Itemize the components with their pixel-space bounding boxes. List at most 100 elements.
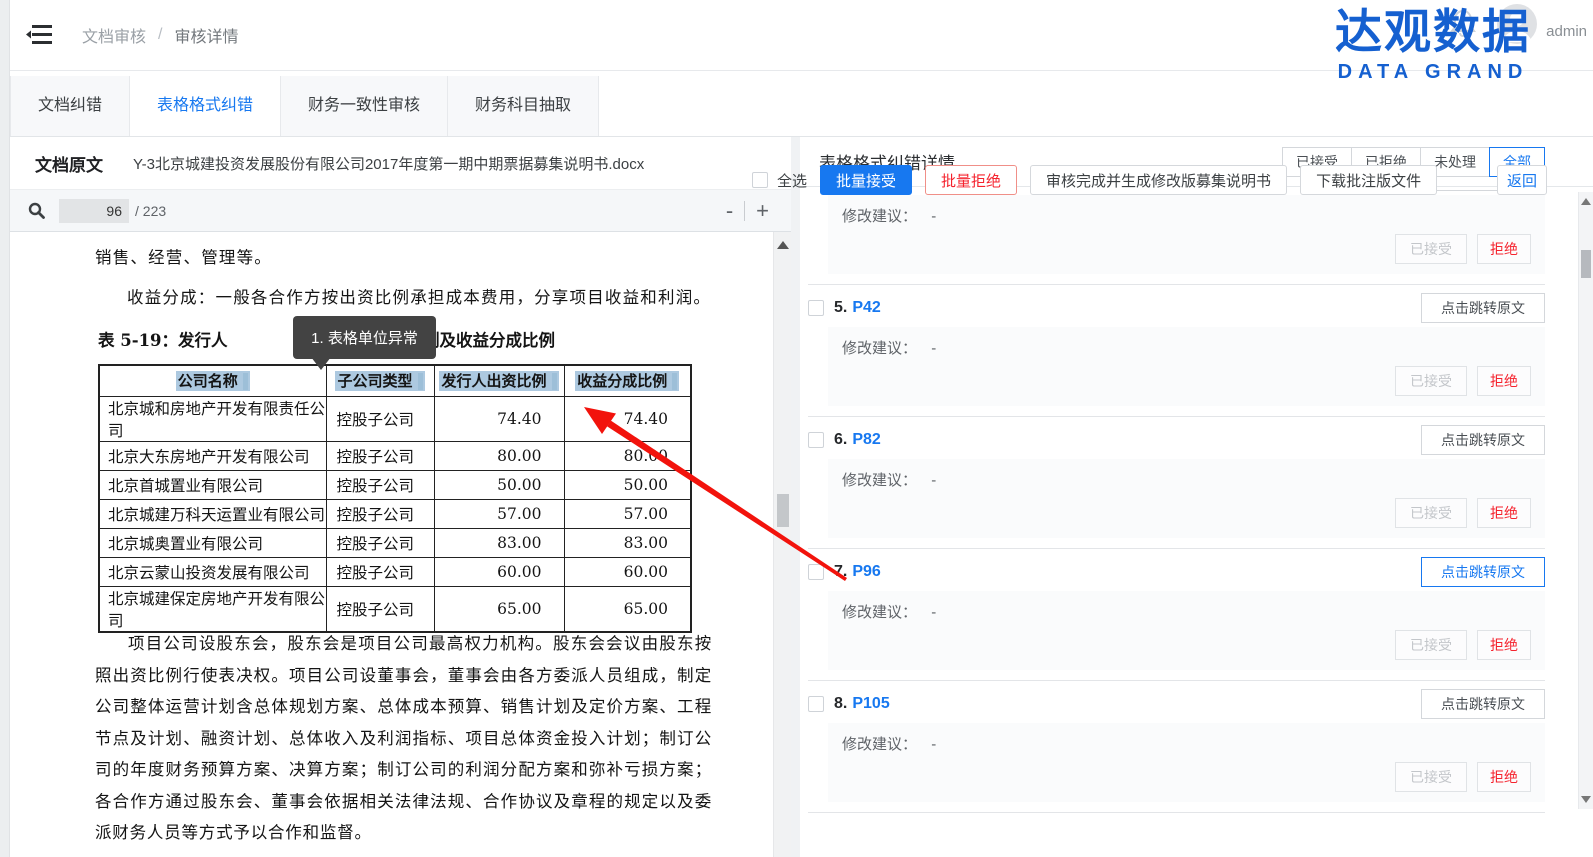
table-cell: 北京城建万科天运置业有限公司 bbox=[99, 499, 326, 528]
select-all-checkbox[interactable] bbox=[752, 172, 768, 188]
suggestion-label: 修改建议： bbox=[842, 340, 917, 357]
zoom-in-button[interactable]: + bbox=[756, 201, 769, 221]
issue-item-head: 5. P42 点击跳转原文 bbox=[808, 293, 1545, 323]
table-cell: 65.00 bbox=[434, 586, 564, 632]
table-cell: 74.40 bbox=[434, 396, 564, 441]
tab[interactable]: 财务科目抽取 bbox=[447, 76, 599, 136]
tab[interactable]: 财务一致性审核 bbox=[280, 76, 447, 136]
table-header-cell: 收益分成比例 bbox=[564, 365, 691, 396]
reject-button[interactable]: 拒绝 bbox=[1477, 762, 1531, 792]
main-panes: 文档原文 Y-3北京城建投资发展股份有限公司2017年度第一期中期票据募集说明书… bbox=[10, 137, 1593, 857]
issues-scrollbar[interactable] bbox=[1578, 192, 1593, 809]
highlighted-header-text: 公司名称 bbox=[176, 371, 250, 391]
issue-card: 修改建议： - 已接受 拒绝 bbox=[828, 327, 1545, 406]
suggestion-row: 修改建议： - bbox=[842, 337, 1531, 358]
issues-scrollbar-thumb[interactable] bbox=[1581, 250, 1591, 278]
accepted-button[interactable]: 已接受 bbox=[1395, 498, 1467, 528]
accepted-button[interactable]: 已接受 bbox=[1395, 762, 1467, 792]
username-label[interactable]: admin bbox=[1546, 23, 1587, 40]
finish-generate-button[interactable]: 审核完成并生成修改版募集说明书 bbox=[1030, 165, 1287, 195]
issue-item-head: 8. P105 点击跳转原文 bbox=[808, 689, 1545, 719]
suggestion-row: 修改建议： - bbox=[842, 733, 1531, 754]
suggestion-value: - bbox=[931, 208, 936, 225]
issue-item: 8. P105 点击跳转原文 修改建议： - 已接受 拒绝 bbox=[808, 689, 1545, 813]
zoom-out-button[interactable]: - bbox=[726, 201, 733, 221]
table-cell: 北京云蒙山投资发展有限公司 bbox=[99, 557, 326, 586]
reject-button[interactable]: 拒绝 bbox=[1477, 366, 1531, 396]
issue-item: 5. P42 点击跳转原文 修改建议： - 已接受 拒绝 bbox=[808, 293, 1545, 417]
select-all-wrap: 全选 bbox=[752, 170, 807, 191]
batch-accept-button[interactable]: 批量接受 bbox=[820, 165, 912, 195]
scroll-up-arrow-icon[interactable] bbox=[777, 241, 789, 249]
scroll-down-arrow-icon[interactable] bbox=[1581, 796, 1591, 803]
avatar-person-icon bbox=[1497, 4, 1537, 44]
scroll-up-arrow-icon[interactable] bbox=[1581, 198, 1591, 205]
breadcrumb-doc-review[interactable]: 文档审核 bbox=[82, 23, 146, 47]
jump-to-source-button[interactable]: 点击跳转原文 bbox=[1421, 689, 1545, 719]
issue-page-link[interactable]: P96 bbox=[852, 563, 880, 581]
suggestion-row: 修改建议： - bbox=[842, 469, 1531, 490]
issue-number: 6. bbox=[834, 431, 847, 449]
issue-actions: 已接受 拒绝 bbox=[842, 762, 1531, 792]
doc-paragraph: 项目公司设股东会，股东会是项目公司最高权力机构。股东会会议由股东按照出资比例行使… bbox=[95, 628, 712, 849]
tab-label: 表格格式纠错 bbox=[157, 97, 253, 114]
issues-pane: 表格格式纠错详情 已接受 已拒绝 未处理 全部 点击跳转原文 修改建议： - 已… bbox=[800, 137, 1593, 857]
table-cell: 北京首城置业有限公司 bbox=[99, 470, 326, 499]
batch-action-bar: 全选 批量接受 批量拒绝 审核完成并生成修改版募集说明书 下载批注版文件 返回 bbox=[752, 165, 1547, 195]
issue-checkbox[interactable] bbox=[808, 696, 824, 712]
pane-divider bbox=[791, 137, 800, 857]
jump-to-source-button[interactable]: 点击跳转原文 bbox=[1421, 425, 1545, 455]
download-annotated-button[interactable]: 下载批注版文件 bbox=[1300, 165, 1437, 195]
table-cell: 80.00 bbox=[564, 441, 691, 470]
suggestion-label: 修改建议： bbox=[842, 604, 917, 621]
table-cell: 57.00 bbox=[434, 499, 564, 528]
issue-actions: 已接受 拒绝 bbox=[842, 234, 1531, 264]
accepted-button[interactable]: 已接受 bbox=[1395, 630, 1467, 660]
issue-page-link[interactable]: P82 bbox=[852, 431, 880, 449]
suggestion-label: 修改建议： bbox=[842, 208, 917, 225]
issue-number: 7. bbox=[834, 563, 847, 581]
collapse-menu-icon[interactable] bbox=[26, 24, 52, 46]
document-scrollbar[interactable] bbox=[773, 232, 791, 857]
accepted-button[interactable]: 已接受 bbox=[1395, 366, 1467, 396]
issues-list: 点击跳转原文 修改建议： - 已接受 拒绝 5. P42 点击跳转原文 修改建议… bbox=[800, 187, 1593, 819]
document-table: 公司名称子公司类型发行人出资比例收益分成比例 北京城和房地产开发有限责任公司控股… bbox=[98, 364, 692, 633]
jump-to-source-button[interactable]: 点击跳转原文 bbox=[1421, 557, 1545, 587]
table-cell: 控股子公司 bbox=[326, 499, 434, 528]
document-source-label: 文档原文 bbox=[35, 151, 103, 176]
issue-checkbox[interactable] bbox=[808, 300, 824, 316]
tab[interactable]: 表格格式纠错 bbox=[129, 76, 280, 136]
doc-paragraph-line: 收益分成：一般各合作方按出资比例承担成本费用，分享项目收益和利润。 bbox=[127, 284, 711, 308]
back-button[interactable]: 返回 bbox=[1497, 165, 1547, 195]
breadcrumb-separator: / bbox=[158, 26, 162, 44]
tab-strip: 文档纠错 表格格式纠错 财务一致性审核 财务科目抽取 全选 批量接受 批量拒绝 … bbox=[10, 70, 1593, 137]
reject-button[interactable]: 拒绝 bbox=[1477, 234, 1531, 264]
jump-to-source-button[interactable]: 点击跳转原文 bbox=[1421, 293, 1545, 323]
highlighted-header-text: 子公司类型 bbox=[335, 371, 424, 391]
table-cell: 北京城奥置业有限公司 bbox=[99, 528, 326, 557]
table-cell: 50.00 bbox=[434, 470, 564, 499]
issue-card: 修改建议： - 已接受 拒绝 bbox=[828, 591, 1545, 670]
accepted-button[interactable]: 已接受 bbox=[1395, 234, 1467, 264]
batch-reject-button[interactable]: 批量拒绝 bbox=[925, 165, 1017, 195]
table-cell: 57.00 bbox=[564, 499, 691, 528]
issue-actions: 已接受 拒绝 bbox=[842, 366, 1531, 396]
issue-number: 8. bbox=[834, 695, 847, 713]
user-avatar[interactable] bbox=[1497, 4, 1537, 44]
reject-button[interactable]: 拒绝 bbox=[1477, 630, 1531, 660]
tab[interactable]: 文档纠错 bbox=[10, 76, 129, 136]
select-all-label: 全选 bbox=[777, 170, 807, 191]
issue-checkbox[interactable] bbox=[808, 432, 824, 448]
page-number-input[interactable] bbox=[59, 199, 129, 223]
document-filename: Y-3北京城建投资发展股份有限公司2017年度第一期中期票据募集说明书.docx bbox=[133, 153, 644, 174]
search-icon[interactable] bbox=[28, 202, 45, 219]
reject-button[interactable]: 拒绝 bbox=[1477, 498, 1531, 528]
document-scrollbar-thumb[interactable] bbox=[777, 494, 789, 527]
breadcrumb: 文档审核 / 审核详情 bbox=[82, 23, 238, 47]
table-cell: 83.00 bbox=[564, 528, 691, 557]
issue-checkbox[interactable] bbox=[808, 564, 824, 580]
notification-bell-icon[interactable] bbox=[1449, 8, 1477, 38]
issue-card: 修改建议： - 已接受 拒绝 bbox=[828, 195, 1545, 274]
issue-page-link[interactable]: P105 bbox=[852, 695, 889, 713]
issue-page-link[interactable]: P42 bbox=[852, 299, 880, 317]
